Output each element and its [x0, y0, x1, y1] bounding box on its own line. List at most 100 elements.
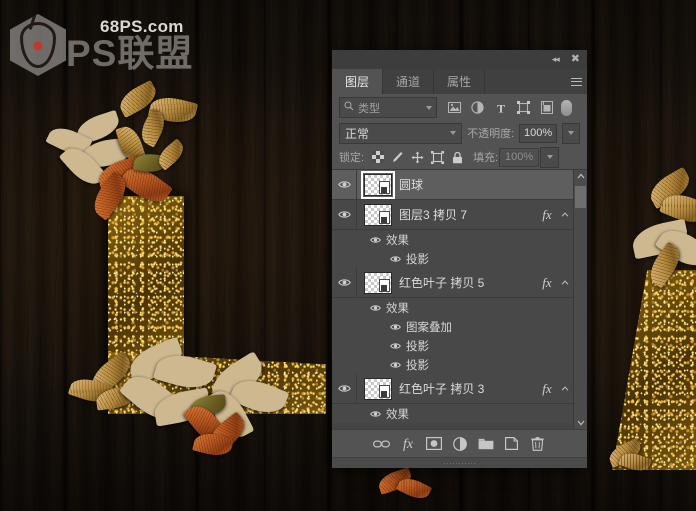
layer-thumbnail-cell	[357, 377, 399, 400]
layer-visibility-toggle-eye-icon[interactable]	[332, 374, 357, 403]
chevron-up-icon[interactable]	[577, 170, 585, 182]
tab-layers-label: 图层	[345, 75, 370, 89]
blend-opacity-row: 正常 不透明度: 100%	[332, 121, 587, 145]
tab-strip-filler	[485, 69, 565, 94]
layer-effect-row[interactable]: 投影	[332, 336, 573, 355]
filter-smartobject-icon[interactable]	[535, 97, 558, 119]
layer-fx-badge-icon[interactable]: fx	[537, 207, 557, 223]
layer-thumbnail[interactable]	[364, 377, 392, 400]
lock-all-icon[interactable]	[448, 147, 467, 167]
delete-layer-button[interactable]	[525, 433, 550, 455]
layer-fx-badge-icon[interactable]: fx	[537, 381, 557, 397]
new-layer-button[interactable]	[499, 433, 524, 455]
layer-effect-row[interactable]: 图案叠加	[332, 317, 573, 336]
effect-name-label: 投影	[406, 359, 429, 372]
panel-tab-strip: 图层 通道 属性	[332, 69, 587, 94]
tab-properties[interactable]: 属性	[434, 69, 486, 94]
lock-position-icon[interactable]	[408, 147, 427, 167]
effect-visibility-toggle-eye-icon[interactable]	[384, 323, 406, 331]
gold-glitter-column	[108, 196, 184, 370]
layer-visibility-toggle-eye-icon[interactable]	[332, 200, 357, 229]
filter-kind-value: 类型	[358, 102, 380, 115]
close-icon[interactable]: ✖	[571, 54, 580, 65]
effect-visibility-toggle-eye-icon[interactable]	[384, 361, 406, 369]
layers-bottom-toolbar: fx	[332, 429, 587, 457]
layer-visibility-toggle-eye-icon[interactable]	[332, 170, 357, 199]
effect-visibility-toggle-eye-icon[interactable]	[364, 410, 386, 418]
layer-thumbnail-glyph-icon	[379, 384, 390, 398]
new-group-button[interactable]	[473, 433, 498, 455]
layer-effect-row[interactable]: 投影	[332, 249, 573, 268]
effect-name-label: 投影	[406, 253, 429, 266]
layer-list-container: 圆球 图层3 拷贝 7 fx 效果 投影 红色叶子 拷贝 5 fx 效果 图案叠加 投影 投影 红色叶…	[332, 169, 587, 429]
layer-thumbnail-cell	[357, 271, 399, 294]
effect-visibility-toggle-eye-icon[interactable]	[364, 304, 386, 312]
effect-name-label: 投影	[406, 340, 429, 353]
tab-layers[interactable]: 图层	[332, 69, 384, 94]
fill-stepper-chevron-down-icon[interactable]	[540, 146, 560, 168]
filter-enable-toggle[interactable]	[561, 99, 572, 116]
new-fill-adjustment-button[interactable]	[447, 433, 472, 455]
layer-effect-row[interactable]: 效果	[332, 404, 573, 423]
tab-channels[interactable]: 通道	[383, 69, 435, 94]
collapse-to-icons-icon[interactable]: ◂◂	[552, 55, 560, 64]
effect-visibility-toggle-eye-icon[interactable]	[384, 255, 406, 263]
effect-name-label: 图案叠加	[406, 321, 452, 334]
layers-panel: ◂◂ ✖ 图层 通道 属性 类型 T 正常 不透明度: 100% 锁定: 填充:…	[332, 50, 587, 468]
blend-mode-select[interactable]: 正常	[339, 122, 463, 144]
chevron-down-icon[interactable]	[577, 417, 585, 429]
panel-menu-hamburger-icon[interactable]	[565, 69, 587, 94]
filter-shape-icon[interactable]	[512, 97, 535, 119]
tab-channels-label: 通道	[396, 75, 421, 89]
lock-artboard-nesting-icon[interactable]	[428, 147, 447, 167]
search-icon	[344, 101, 354, 114]
layer-effects-chevron-up-icon[interactable]	[557, 384, 573, 393]
effect-visibility-toggle-eye-icon[interactable]	[384, 342, 406, 350]
fill-label: 填充:	[473, 152, 499, 164]
filter-kind-select[interactable]: 类型	[339, 97, 437, 118]
layer-effect-row[interactable]: 效果	[332, 230, 573, 249]
layer-fx-badge-icon[interactable]: fx	[537, 275, 557, 291]
layer-effect-row[interactable]: 效果	[332, 298, 573, 317]
layer-effect-row[interactable]: 投影	[332, 355, 573, 374]
layer-name-label: 红色叶子 拷贝 3	[399, 382, 485, 396]
panel-resize-grip[interactable]	[332, 457, 587, 468]
layer-thumbnail[interactable]	[364, 271, 392, 294]
scrollbar-track[interactable]	[574, 182, 587, 417]
filter-icon-group: T	[443, 97, 572, 119]
filter-pixel-icon[interactable]	[443, 97, 466, 119]
filter-adjustment-icon[interactable]	[466, 97, 489, 119]
lock-image-pixels-icon[interactable]	[388, 147, 407, 167]
layer-thumbnail[interactable]	[364, 203, 392, 226]
effect-visibility-toggle-eye-icon[interactable]	[364, 236, 386, 244]
layer-list[interactable]: 圆球 图层3 拷贝 7 fx 效果 投影 红色叶子 拷贝 5 fx 效果 图案叠加 投影 投影 红色叶…	[332, 170, 573, 429]
filter-type-icon[interactable]: T	[489, 97, 512, 119]
scrollbar-thumb[interactable]	[575, 186, 586, 208]
layer-thumbnail-cell	[357, 203, 399, 226]
layer-effects-chevron-up-icon[interactable]	[557, 210, 573, 219]
layer-thumbnail[interactable]	[361, 170, 395, 199]
layer-row[interactable]: 圆球	[332, 170, 573, 200]
layer-name-label: 圆球	[399, 178, 424, 192]
opacity-input[interactable]: 100%	[519, 123, 557, 143]
layer-row[interactable]: 红色叶子 拷贝 3 fx	[332, 374, 573, 404]
svg-text:fx: fx	[402, 437, 413, 451]
add-layer-style-button[interactable]: fx	[395, 433, 420, 455]
lock-transparent-pixels-icon[interactable]	[368, 147, 387, 167]
fill-input[interactable]: 100%	[499, 147, 540, 167]
layer-list-scrollbar[interactable]	[573, 170, 587, 429]
layer-row[interactable]: 红色叶子 拷贝 5 fx	[332, 268, 573, 298]
effect-name-label: 效果	[386, 234, 409, 247]
layer-visibility-toggle-eye-icon[interactable]	[332, 268, 357, 297]
add-layer-mask-button[interactable]	[421, 433, 446, 455]
chevron-down-icon	[426, 105, 432, 110]
chevron-down-icon	[450, 131, 457, 135]
link-layers-button[interactable]	[369, 433, 394, 455]
svg-text:T: T	[496, 102, 504, 114]
lock-label: 锁定:	[339, 152, 365, 164]
blend-mode-value: 正常	[345, 126, 370, 141]
layer-row[interactable]: 图层3 拷贝 7 fx	[332, 200, 573, 230]
layer-effects-chevron-up-icon[interactable]	[557, 278, 573, 287]
panel-titlebar: ◂◂ ✖	[332, 50, 587, 69]
opacity-stepper-chevron-down-icon[interactable]	[562, 122, 581, 144]
